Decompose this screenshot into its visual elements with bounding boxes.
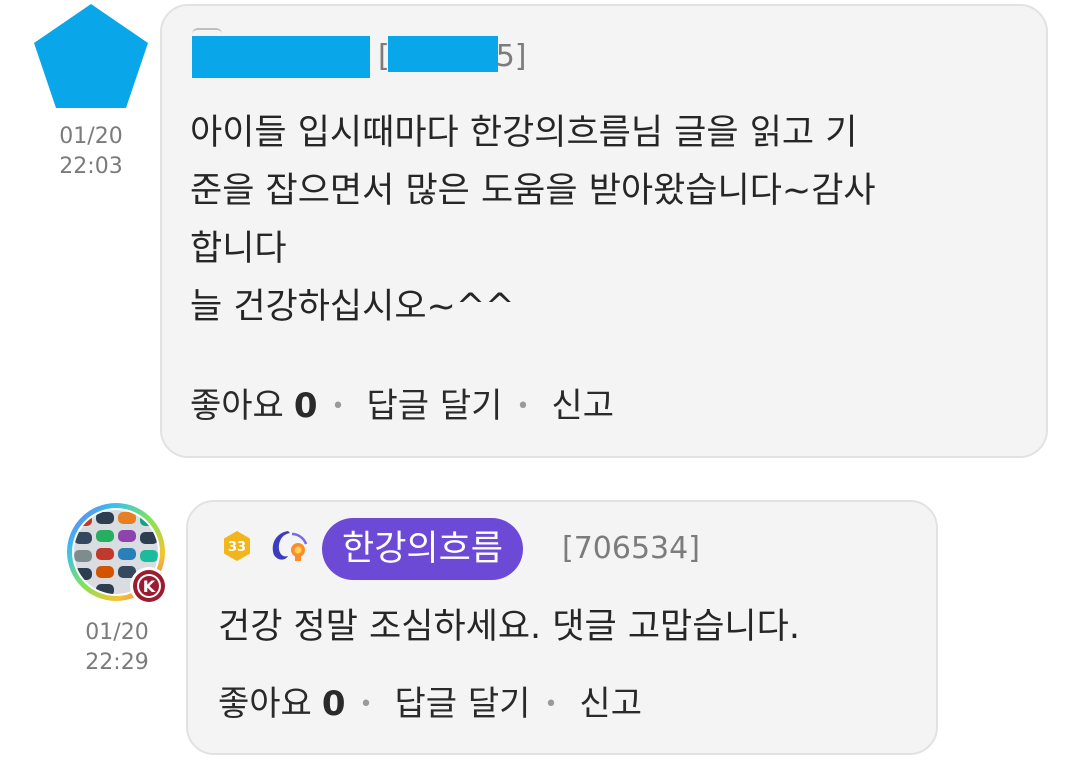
like-count: 0: [293, 386, 318, 426]
hexagon-level-badge-icon: 33: [224, 531, 250, 561]
comment-bubble: 33 한강의흐름 [706534] 건강 정말 조심하세요. 댓글 고맙습니다.…: [186, 500, 938, 755]
comment-date: 01/20: [59, 124, 123, 149]
comment-bubble: [5] 아이들 입시때마다 한강의흐름님 글을 읽고 기 준을 잡으면서 많은 …: [160, 4, 1048, 458]
like-label: 좋아요: [190, 386, 284, 426]
like-label: 좋아요: [218, 684, 312, 724]
report-button[interactable]: 신고: [579, 682, 642, 726]
reply-button[interactable]: 답글 달기: [395, 682, 531, 726]
comment-actions: 좋아요 0 • 답글 달기 • 신고: [190, 384, 614, 429]
comment-date: 01/20: [85, 620, 149, 645]
comment-thread: 01/20 22:03 [5] 아이들 입시때마다 한강의흐름님 글을 읽고 기…: [0, 0, 1077, 773]
member-id-suffix: 5]: [495, 39, 527, 74]
crescent-award-icon: [272, 531, 308, 561]
comment-time: 01/20 22:29: [66, 618, 168, 678]
comment-actions: 좋아요 0 • 답글 달기 • 신고: [218, 682, 642, 727]
separator-dot: •: [516, 394, 530, 419]
like-button[interactable]: 좋아요 0: [218, 682, 346, 726]
member-id: [706534]: [562, 531, 700, 566]
level-number: 33: [228, 540, 246, 555]
separator-dot: •: [359, 692, 373, 717]
comment-text: 아이들 입시때마다 한강의흐름님 글을 읽고 기 준을 잡으면서 많은 도움을 …: [190, 113, 876, 327]
comment-text: 건강 정말 조심하세요. 댓글 고맙습니다.: [218, 607, 800, 647]
member-id: [5]: [378, 36, 527, 78]
masked-author-name[interactable]: [192, 36, 370, 78]
comment-clock: 22:03: [59, 154, 123, 179]
like-button[interactable]: 좋아요 0: [190, 384, 318, 428]
author-avatar[interactable]: K: [64, 500, 172, 608]
privacy-mask: [387, 36, 498, 72]
separator-dot: •: [544, 692, 558, 717]
reply-button[interactable]: 답글 달기: [367, 384, 503, 428]
like-count: 0: [321, 684, 346, 724]
separator-dot: •: [331, 394, 345, 419]
comment-time: 01/20 22:03: [40, 122, 142, 182]
k-circle-badge-icon: K: [130, 567, 168, 605]
comment-clock: 22:29: [85, 650, 149, 675]
author-name-badge[interactable]: 한강의흐름: [322, 518, 524, 580]
report-button[interactable]: 신고: [551, 384, 614, 428]
avatar-badge-letter: K: [143, 577, 156, 596]
avatar-pentagon-icon[interactable]: [32, 2, 150, 110]
